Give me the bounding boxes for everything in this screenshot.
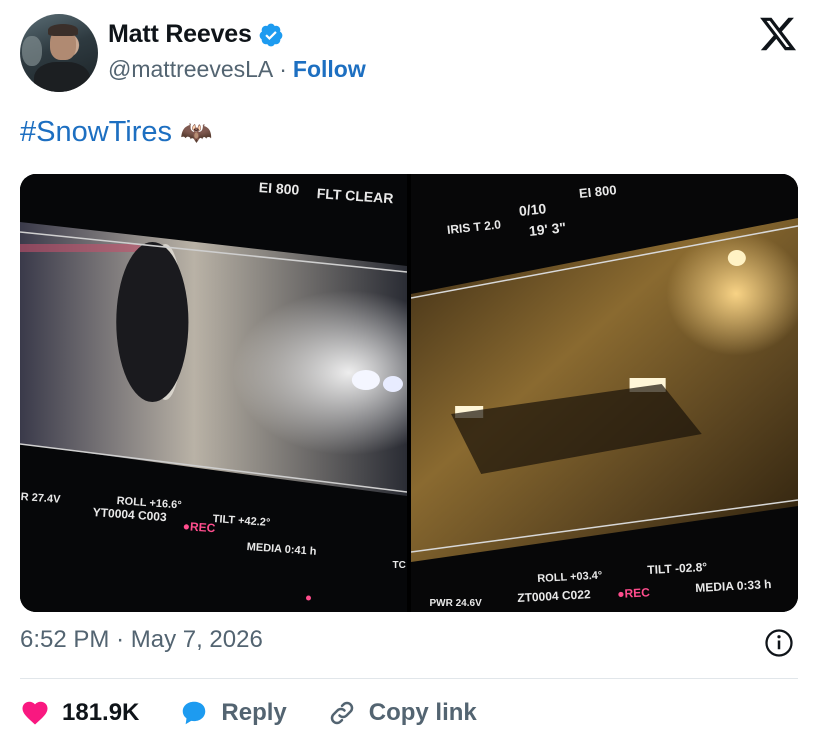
author-name[interactable]: Matt Reeves — [108, 20, 252, 49]
divider — [20, 678, 798, 679]
follow-button[interactable]: Follow — [293, 56, 366, 83]
hud-clip-right: ZT0004 C022 — [517, 587, 591, 605]
tweet-text: #SnowTires 🦇 — [20, 116, 212, 149]
separator: · — [279, 56, 287, 82]
hud-tilt: TILT +42.2° — [212, 513, 270, 529]
reply-label: Reply — [221, 699, 287, 726]
hud-ei-right: EI 800 — [578, 182, 617, 201]
date: May 7, 2026 — [130, 626, 263, 653]
bat-emoji-icon: 🦇 — [180, 117, 213, 147]
hud-media: MEDIA 0:41 h — [246, 541, 317, 558]
action-bar: 181.9K Reply Copy link — [20, 696, 517, 730]
hud-flt: FLT CLEAR — [316, 185, 394, 206]
hashtag-link[interactable]: #SnowTires — [20, 116, 172, 149]
hud-pwr-right: PWR 24.6V — [430, 598, 483, 609]
avatar[interactable] — [20, 14, 98, 92]
hud-rec-right: ●REC — [617, 585, 651, 601]
hud-media-right: MEDIA 0:33 h — [695, 577, 772, 595]
author-handle[interactable]: @mattreevesLA — [108, 56, 273, 83]
hud-pwr: R 27.4V — [20, 491, 61, 506]
hud-left: EI 800 FLT CLEAR R 27.4V ROLL +16.6° YT0… — [20, 179, 406, 601]
separator: · — [116, 626, 125, 653]
heart-icon — [22, 701, 48, 725]
author-name-row[interactable]: Matt Reeves — [108, 20, 284, 49]
hud-tilt-right: TILT -02.8° — [647, 560, 708, 577]
copy-link-label: Copy link — [368, 699, 477, 726]
x-logo-icon[interactable] — [758, 14, 798, 54]
media-image-right[interactable]: IRIS T 2.0 0/10 19' 3" EI 800 PWR 24.6V … — [411, 174, 798, 612]
like-button[interactable]: 181.9K — [20, 698, 139, 728]
reply-bubble-icon — [183, 701, 206, 725]
verified-badge-icon — [259, 23, 283, 46]
timestamp-row[interactable]: 6:52 PM · May 7, 2026 — [20, 626, 263, 654]
media-gallery: EI 800 FLT CLEAR R 27.4V ROLL +16.6° YT0… — [20, 174, 798, 612]
hud-ei: EI 800 — [258, 179, 300, 198]
hud-right: IRIS T 2.0 0/10 19' 3" EI 800 PWR 24.6V … — [430, 182, 772, 609]
link-icon — [330, 701, 353, 725]
info-icon[interactable] — [764, 628, 794, 658]
hud-iris: IRIS T 2.0 — [446, 217, 502, 237]
hud-shutter: 0/10 — [518, 200, 547, 219]
copy-link-button[interactable]: Copy link — [327, 698, 477, 728]
hud-roll-right: ROLL +03.4° — [537, 570, 603, 585]
time: 6:52 PM — [20, 626, 110, 653]
media-image-left[interactable]: EI 800 FLT CLEAR R 27.4V ROLL +16.6° YT0… — [20, 174, 407, 612]
hud-tc: TC — [393, 560, 406, 571]
handle-row: @mattreevesLA · Follow — [108, 56, 366, 83]
like-count: 181.9K — [62, 699, 140, 726]
hud-focus: 19' 3" — [528, 219, 567, 239]
hud-rec: ●REC — [182, 519, 216, 535]
reply-button[interactable]: Reply — [179, 698, 287, 728]
